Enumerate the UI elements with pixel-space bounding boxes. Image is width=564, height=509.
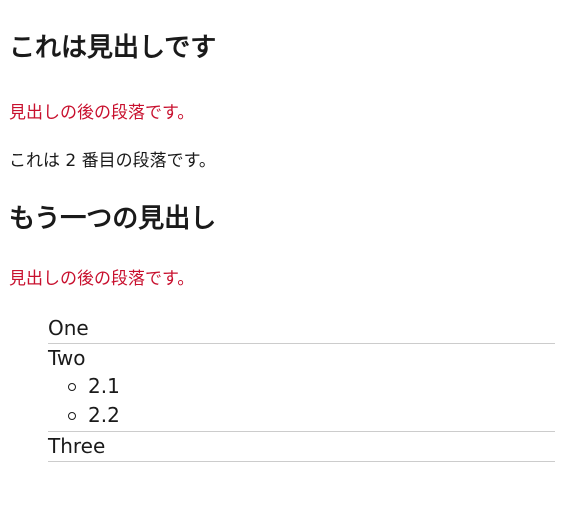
item-list: One Two 2.1 2.2 Three xyxy=(48,314,555,462)
sub-list-item-label: 2.2 xyxy=(88,403,120,427)
list-item-three: Three xyxy=(48,432,555,462)
document-page: これは見出しです 見出しの後の段落です。 これは 2 番目の段落です。 もう一つ… xyxy=(0,0,564,509)
heading-1: これは見出しです xyxy=(9,33,217,63)
list-item-two: Two 2.1 2.2 xyxy=(48,344,555,432)
circle-bullet-icon xyxy=(68,383,76,391)
list-item-label: Two xyxy=(48,346,86,370)
sub-list-item: 2.1 xyxy=(68,372,555,401)
heading-2: もう一つの見出し xyxy=(9,204,217,234)
sub-list: 2.1 2.2 xyxy=(48,372,555,430)
list-item-label: Three xyxy=(48,434,106,458)
sub-list-item: 2.2 xyxy=(68,401,555,430)
paragraph-after-heading-2: 見出しの後の段落です。 xyxy=(9,269,195,289)
list-item-one: One xyxy=(48,314,555,344)
sub-list-item-label: 2.1 xyxy=(88,374,120,398)
second-paragraph: これは 2 番目の段落です。 xyxy=(9,151,216,171)
list-item-label: One xyxy=(48,316,89,340)
circle-bullet-icon xyxy=(68,412,76,420)
paragraph-after-heading-1: 見出しの後の段落です。 xyxy=(9,103,195,123)
